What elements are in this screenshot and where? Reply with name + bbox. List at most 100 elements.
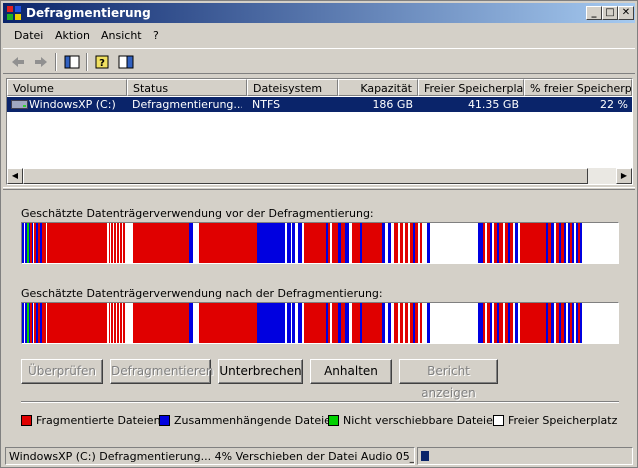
usage-segment <box>494 303 497 343</box>
usage-segment <box>503 303 505 343</box>
usage-segment <box>189 223 193 263</box>
usage-segment <box>42 223 46 263</box>
usage-segment <box>403 303 405 343</box>
usage-segment <box>199 223 257 263</box>
console-tree-icon[interactable] <box>61 52 83 72</box>
forward-arrow-icon[interactable] <box>30 52 52 72</box>
usage-segment <box>415 223 418 263</box>
usage-segment <box>295 303 298 343</box>
menu-help[interactable]: ? <box>153 29 159 42</box>
usage-segment <box>499 223 503 263</box>
usage-segment <box>578 303 580 343</box>
menu-datei[interactable]: Datei <box>14 29 43 42</box>
column-filesystem[interactable]: Dateisystem <box>247 79 338 96</box>
before-usage-display <box>21 222 619 264</box>
usage-segment <box>29 303 30 343</box>
usage-segment <box>556 303 559 343</box>
column-percent-free[interactable]: % freier Speicherplatz <box>524 79 632 96</box>
usage-segment <box>257 303 285 343</box>
legend-fragmented-label: Fragmentierte Dateien <box>36 414 161 427</box>
usage-segment <box>566 223 568 263</box>
after-analysis-label: Geschätzte Datenträgerverwendung nach de… <box>21 287 383 300</box>
usage-segment <box>114 303 116 343</box>
usage-segment <box>326 303 328 343</box>
volume-name: WindowsXP (C:) <box>29 98 116 111</box>
usage-segment <box>304 303 326 343</box>
toolbar: ? <box>3 48 635 74</box>
volume-row[interactable]: WindowsXP (C:) Defragmentierung... NTFS … <box>7 97 632 112</box>
usage-segment <box>25 223 27 263</box>
legend-contiguous-label: Zusammenhängende Dateien <box>174 414 338 427</box>
usage-segment <box>513 303 515 343</box>
usage-segment <box>107 303 109 343</box>
usage-segment <box>561 303 564 343</box>
close-button[interactable]: ✕ <box>618 6 634 20</box>
usage-segment <box>133 223 189 263</box>
defrag-window: Defragmentierung _ □ ✕ Datei Aktion Ansi… <box>0 0 638 468</box>
usage-segment <box>422 303 427 343</box>
volume-list[interactable]: Volume Status Dateisystem Kapazität Frei… <box>6 78 633 185</box>
check-button[interactable]: Überprüfen <box>21 359 103 384</box>
help-icon[interactable]: ? <box>92 52 114 72</box>
usage-segment <box>582 223 618 263</box>
usage-segment <box>497 223 499 263</box>
usage-segment <box>576 223 578 263</box>
usage-segment <box>285 223 287 263</box>
view-report-button[interactable]: Bericht anzeigen <box>399 359 498 400</box>
usage-segment <box>285 303 287 343</box>
column-capacity[interactable]: Kapazität <box>338 79 418 96</box>
usage-segment <box>413 303 415 343</box>
usage-segment <box>492 223 494 263</box>
interrupt-button[interactable]: Unterbrechen <box>218 359 303 384</box>
usage-segment <box>30 303 32 343</box>
usage-segment <box>123 303 125 343</box>
usage-segment <box>119 303 120 343</box>
usage-segment <box>117 303 119 343</box>
usage-segment <box>485 303 487 343</box>
usage-segment <box>113 303 114 343</box>
column-status[interactable]: Status <box>127 79 247 96</box>
usage-segment <box>33 303 34 343</box>
usage-segment <box>109 303 110 343</box>
usage-segment <box>548 303 551 343</box>
pane-splitter[interactable] <box>3 187 635 190</box>
usage-segment <box>131 303 133 343</box>
usage-segment <box>292 223 295 263</box>
usage-segment <box>385 223 388 263</box>
usage-segment <box>291 303 292 343</box>
action-pane-icon[interactable] <box>115 52 137 72</box>
usage-segment <box>478 223 483 263</box>
usage-segment <box>492 303 494 343</box>
scroll-left-button[interactable]: ◀ <box>7 168 23 184</box>
scroll-thumb[interactable] <box>23 168 588 184</box>
title-bar[interactable]: Defragmentierung _ □ ✕ <box>3 3 635 23</box>
usage-segment <box>415 303 418 343</box>
usage-segment <box>110 303 111 343</box>
minimize-button[interactable]: _ <box>586 6 602 20</box>
usage-segment <box>109 223 110 263</box>
column-volume[interactable]: Volume <box>7 79 127 96</box>
stop-button[interactable]: Anhalten <box>310 359 392 384</box>
scroll-right-button[interactable]: ▶ <box>616 168 632 184</box>
maximize-button[interactable]: □ <box>602 6 618 20</box>
back-arrow-icon[interactable] <box>7 52 29 72</box>
horizontal-scrollbar[interactable]: ◀ ▶ <box>7 168 632 184</box>
usage-segment <box>403 223 405 263</box>
usage-segment <box>572 303 574 343</box>
defragment-button[interactable]: Defragmentieren <box>110 359 214 384</box>
usage-segment <box>304 223 326 263</box>
defrag-app-icon <box>7 6 21 20</box>
usage-segment <box>125 223 131 263</box>
usage-segment <box>34 223 36 263</box>
menu-bar: Datei Aktion Ansicht ? <box>3 26 635 46</box>
menu-aktion[interactable]: Aktion <box>55 29 90 42</box>
usage-segment <box>564 303 566 343</box>
usage-segment <box>382 303 385 343</box>
usage-segment <box>40 223 42 263</box>
usage-segment <box>568 303 570 343</box>
usage-segment <box>388 303 391 343</box>
usage-segment <box>27 223 29 263</box>
usage-segment <box>427 303 430 343</box>
column-free-space[interactable]: Freier Speicherplatz <box>418 79 524 96</box>
menu-ansicht[interactable]: Ansicht <box>101 29 142 42</box>
